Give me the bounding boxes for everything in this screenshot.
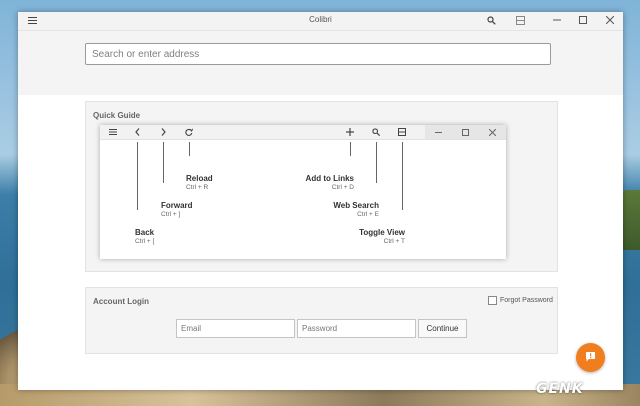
- add-to-links-icon: [344, 125, 356, 139]
- toggle-view-icon: [515, 15, 525, 27]
- forward-connector: [163, 142, 164, 183]
- quick-guide-illustration: Reload Ctrl + R Forward Ctrl + ] Back Ct…: [100, 125, 506, 259]
- feedback-icon: [585, 351, 596, 364]
- toggle-view-hint-label: Toggle View: [359, 228, 405, 237]
- reload-hint-shortcut: Ctrl + R: [186, 184, 209, 191]
- reload-icon: [183, 125, 195, 139]
- forward-hint-label: Forward: [161, 201, 193, 210]
- email-field[interactable]: [176, 319, 295, 338]
- back-connector: [137, 142, 138, 210]
- forward-hint-shortcut: Ctrl + ]: [161, 211, 181, 218]
- back-hint-label: Back: [135, 228, 155, 237]
- watermark-logo: GENK: [536, 381, 584, 397]
- account-login-panel: Account Login Forgot Password Continue: [85, 287, 558, 354]
- web-search-hint-shortcut: Ctrl + E: [357, 211, 379, 218]
- add-to-links-hint: Add to Links Ctrl + D: [306, 174, 354, 191]
- web-search-icon: [370, 125, 382, 139]
- illustration-window-controls: [425, 125, 506, 139]
- close-button[interactable]: [596, 12, 623, 30]
- maximize-button[interactable]: [570, 12, 596, 30]
- quick-guide-title: Quick Guide: [93, 111, 141, 120]
- web-search-connector: [376, 142, 377, 183]
- continue-button[interactable]: Continue: [418, 319, 467, 338]
- feedback-button[interactable]: [576, 343, 605, 372]
- checkbox-icon[interactable]: [488, 296, 497, 305]
- minimize-icon: [553, 16, 561, 26]
- add-to-links-hint-shortcut: Ctrl + D: [331, 184, 354, 191]
- address-bar-area: [18, 31, 623, 95]
- minimize-button[interactable]: [544, 12, 570, 30]
- add-to-links-connector: [350, 142, 351, 156]
- toggle-view-connector: [402, 142, 403, 210]
- toggle-view-button[interactable]: [509, 12, 531, 30]
- titlebar: Colibri: [18, 12, 623, 31]
- account-login-title: Account Login: [93, 297, 149, 306]
- forward-hint: Forward Ctrl + ]: [161, 201, 193, 218]
- maximize-icon: [579, 16, 587, 26]
- search-button[interactable]: [480, 12, 502, 30]
- toggle-view-hint-shortcut: Ctrl + T: [383, 238, 405, 245]
- add-to-links-hint-label: Add to Links: [305, 174, 354, 183]
- address-input[interactable]: [85, 43, 551, 65]
- back-icon: [131, 125, 143, 139]
- maximize-icon: [452, 125, 479, 139]
- back-hint: Back Ctrl + [: [135, 228, 154, 245]
- web-search-hint: Web Search Ctrl + E: [333, 201, 379, 218]
- app-title: Colibri: [309, 15, 332, 24]
- forward-icon: [157, 125, 169, 139]
- reload-connector: [189, 142, 190, 156]
- forgot-password-checkbox[interactable]: Forgot Password: [488, 296, 553, 305]
- close-icon: [479, 125, 506, 139]
- reload-hint: Reload Ctrl + R: [186, 174, 213, 191]
- toggle-view-hint: Toggle View Ctrl + T: [359, 228, 405, 245]
- close-icon: [605, 15, 614, 26]
- illustration-toolbar: [100, 125, 506, 140]
- minimize-icon: [425, 125, 452, 139]
- back-hint-shortcut: Ctrl + [: [135, 238, 155, 245]
- reload-hint-label: Reload: [186, 174, 213, 183]
- password-field[interactable]: [297, 319, 416, 338]
- web-search-hint-label: Web Search: [333, 201, 379, 210]
- search-icon: [486, 15, 496, 27]
- toggle-view-icon: [396, 125, 408, 139]
- forgot-password-label: Forgot Password: [500, 297, 553, 304]
- menu-icon: [105, 125, 121, 139]
